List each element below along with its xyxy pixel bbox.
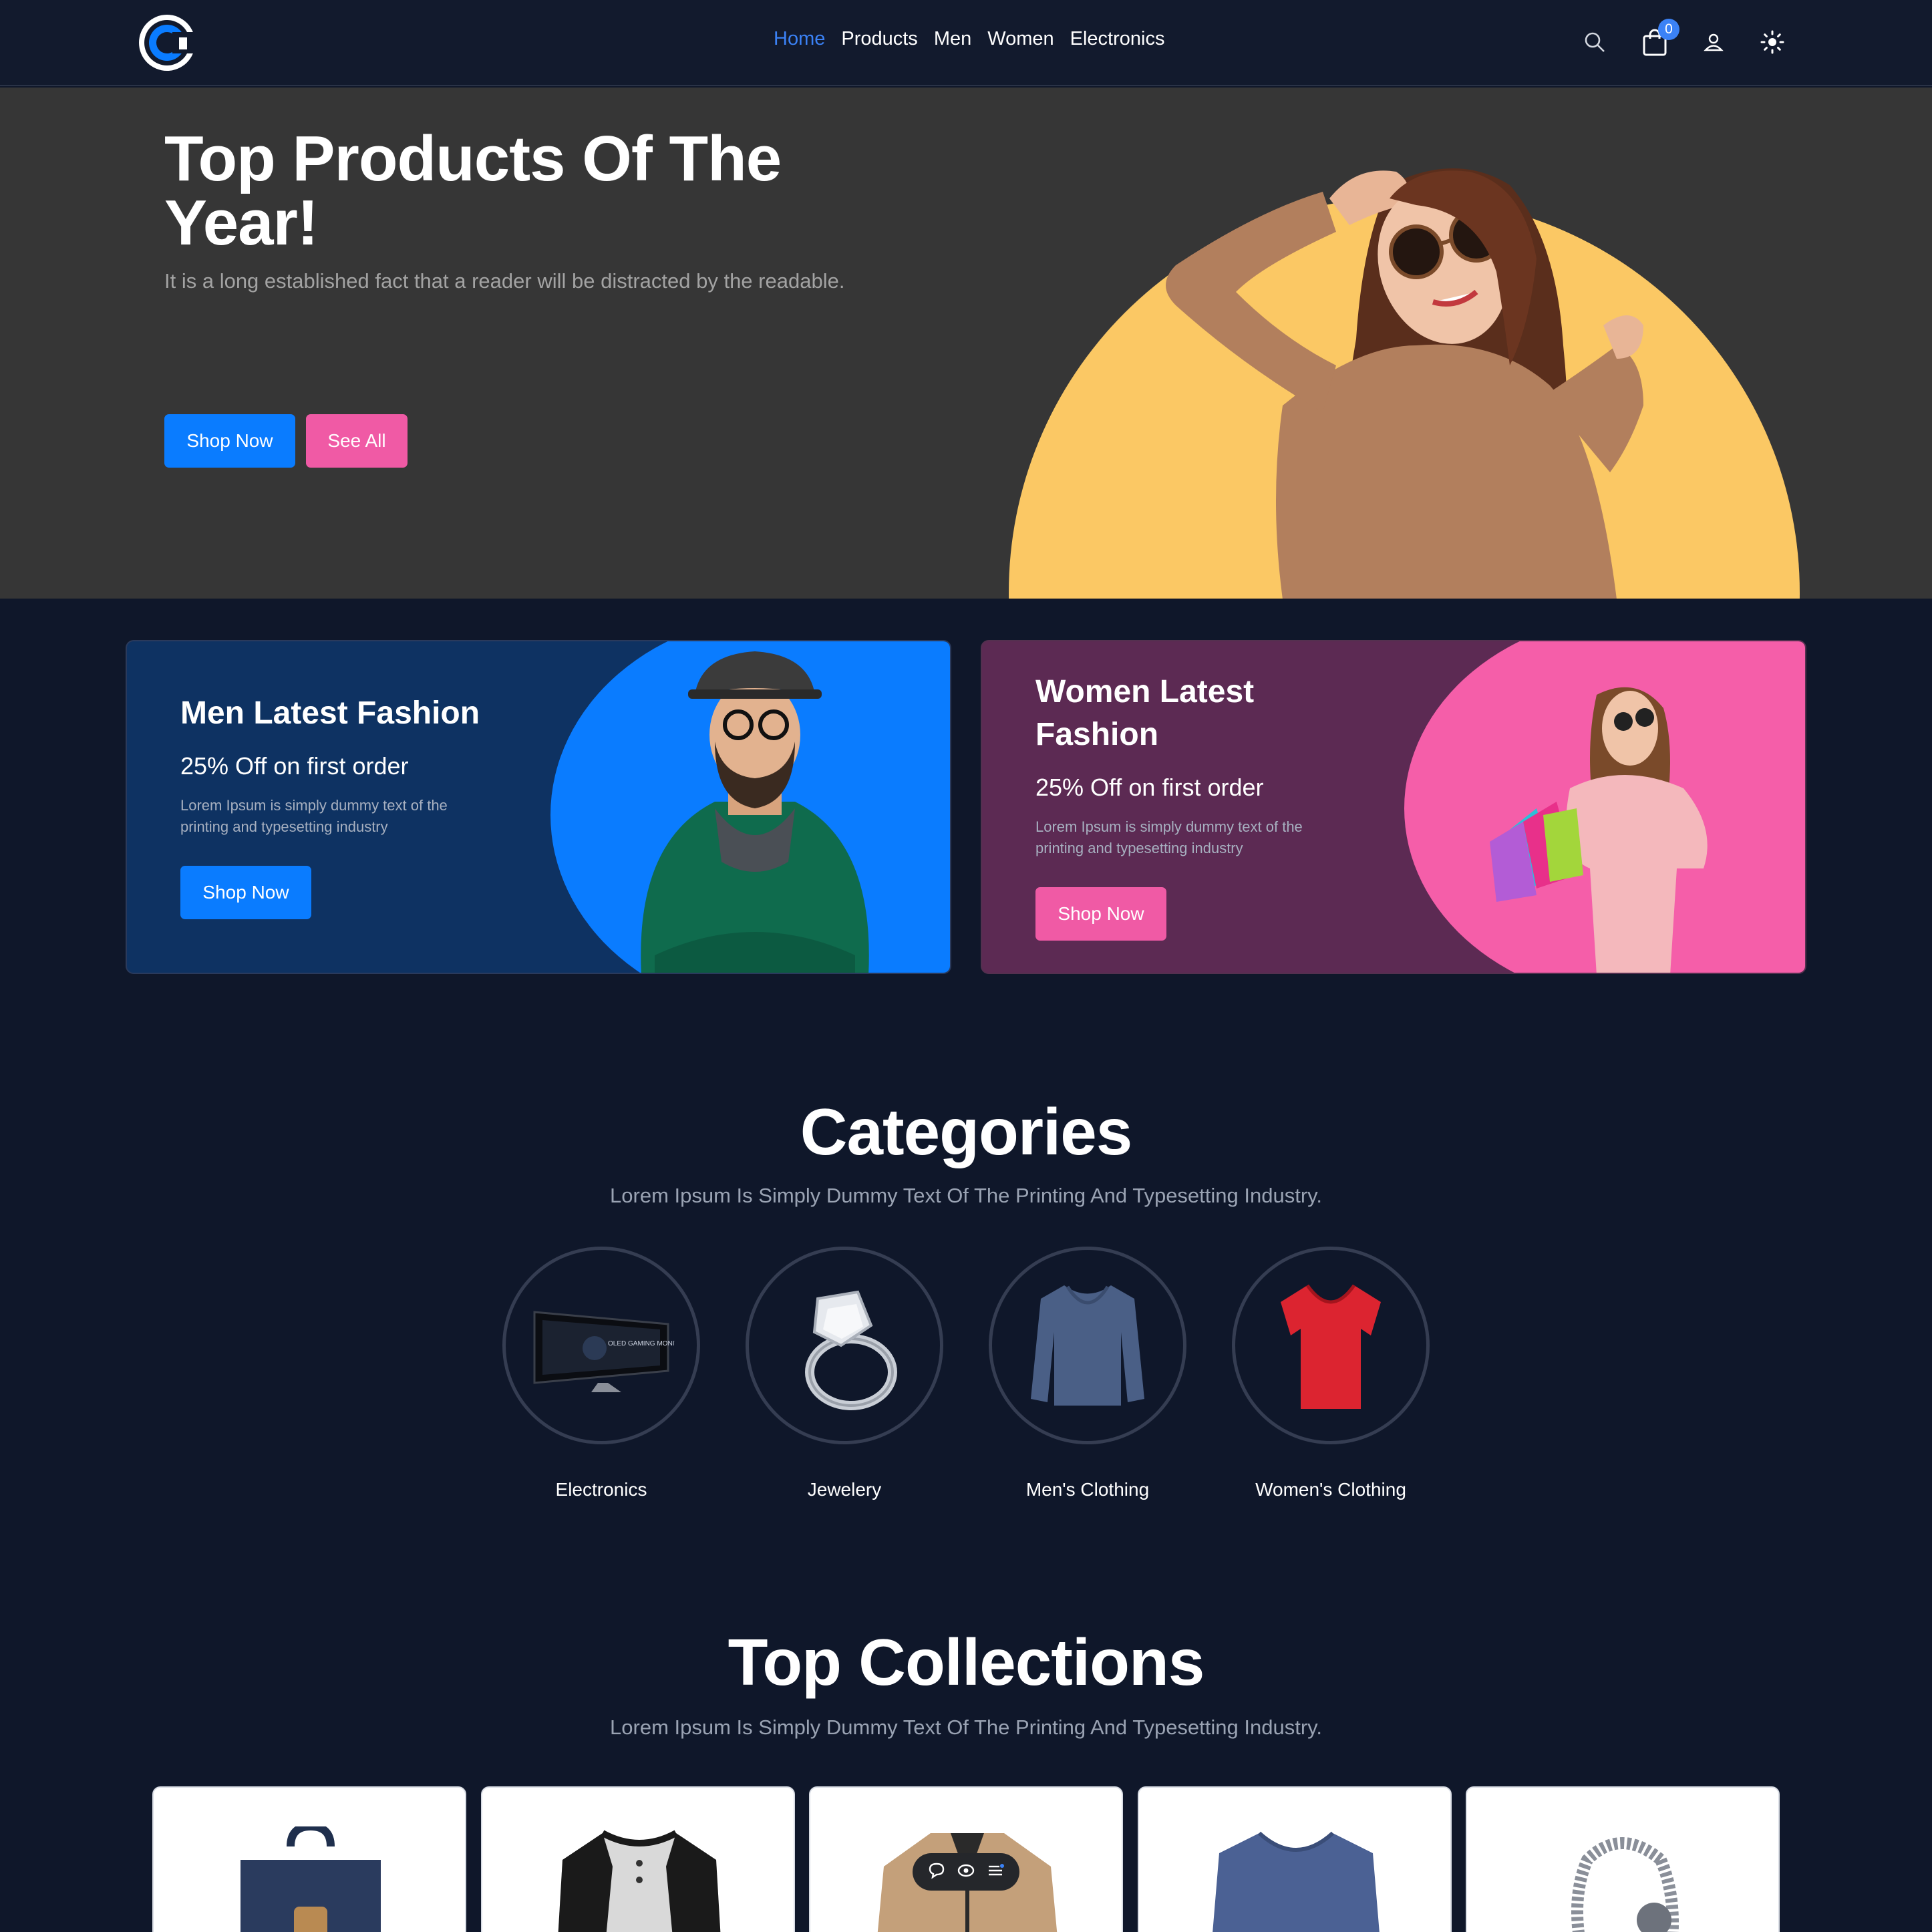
category-jewelery[interactable] (746, 1247, 943, 1444)
cart-count-badge: 0 (1658, 19, 1679, 40)
womens-tshirt-image (1281, 1284, 1381, 1409)
monitor-screen-text: OLED GAMING MONITOR (608, 1340, 675, 1347)
user-icon[interactable] (1697, 25, 1730, 59)
category-mens-clothing[interactable] (989, 1247, 1186, 1444)
monitor-image: OLED GAMING MONITOR (533, 1311, 675, 1392)
mens-tshirt-image (1213, 1831, 1380, 1932)
hero-model-image (1166, 168, 1643, 599)
comment-icon[interactable] (927, 1861, 946, 1883)
category-womens-clothing[interactable] (1232, 1247, 1430, 1444)
men-banner-title: Men Latest Fashion (180, 695, 480, 731)
hero-subtitle: It is a long established fact that a rea… (164, 269, 845, 293)
product-card[interactable] (1466, 1786, 1780, 1932)
ring-image (805, 1290, 897, 1410)
backpack-image (240, 1826, 381, 1932)
nav-home[interactable]: Home (774, 28, 825, 50)
collections-title: Top Collections (728, 1625, 1205, 1699)
nav-electronics[interactable]: Electronics (1070, 28, 1165, 50)
nav-products[interactable]: Products (841, 28, 917, 50)
women-fashion-banner: Women Latest Fashion 25% Off on first or… (981, 640, 1806, 974)
men-model-image (641, 651, 869, 973)
mens-shirt-image (1031, 1285, 1144, 1406)
search-icon[interactable] (1578, 25, 1611, 59)
product-card[interactable] (152, 1786, 466, 1932)
product-card[interactable] (481, 1786, 795, 1932)
product-card[interactable] (1138, 1786, 1452, 1932)
category-label-mens-clothing[interactable]: Men's Clothing (967, 1479, 1208, 1500)
categories-title: Categories (800, 1095, 1133, 1168)
nav-men[interactable]: Men (934, 28, 971, 50)
eye-icon[interactable] (957, 1861, 975, 1883)
women-banner-title-1: Women Latest (1035, 674, 1255, 709)
women-shop-now-button[interactable]: Shop Now (1035, 887, 1166, 941)
women-banner-title-2: Fashion (1035, 717, 1159, 752)
collections-subtitle: Lorem Ipsum Is Simply Dummy Text Of The … (610, 1716, 1322, 1739)
men-banner-offer: 25% Off on first order (180, 752, 409, 780)
category-label-jewelery[interactable]: Jewelery (724, 1479, 965, 1500)
women-banner-offer: 25% Off on first order (1035, 774, 1264, 801)
category-label-electronics[interactable]: Electronics (481, 1479, 721, 1500)
men-banner-desc-2: printing and typesetting industry (180, 818, 388, 835)
nav-women[interactable]: Women (987, 28, 1054, 50)
category-electronics[interactable]: OLED GAMING MONITOR (502, 1247, 700, 1444)
hero-shop-now-button[interactable]: Shop Now (164, 414, 295, 468)
logo-icon[interactable] (136, 12, 199, 73)
menu-list-icon[interactable] (986, 1861, 1005, 1883)
men-fashion-banner: Men Latest Fashion 25% Off on first orde… (126, 640, 951, 974)
women-banner-desc-2: printing and typesetting industry (1035, 840, 1243, 856)
main-nav: Home Products Men Women Electronics (774, 28, 1164, 50)
categories-subtitle: Lorem Ipsum Is Simply Dummy Text Of The … (610, 1184, 1322, 1207)
theme-toggle-sun-icon[interactable] (1756, 25, 1789, 59)
henley-shirt-image (558, 1830, 721, 1932)
men-banner-desc-1: Lorem Ipsum is simply dummy text of the (180, 797, 448, 814)
women-model-image (1490, 687, 1708, 973)
category-label-womens-clothing[interactable]: Women's Clothing (1211, 1479, 1451, 1500)
men-shop-now-button[interactable]: Shop Now (180, 866, 311, 919)
hero-title: Top Products Of The Year! (164, 123, 782, 259)
hero-see-all-button[interactable]: See All (306, 414, 408, 468)
women-banner-desc-1: Lorem Ipsum is simply dummy text of the (1035, 818, 1303, 835)
floating-toolbar (913, 1853, 1019, 1891)
bracelet-image (1571, 1837, 1679, 1932)
